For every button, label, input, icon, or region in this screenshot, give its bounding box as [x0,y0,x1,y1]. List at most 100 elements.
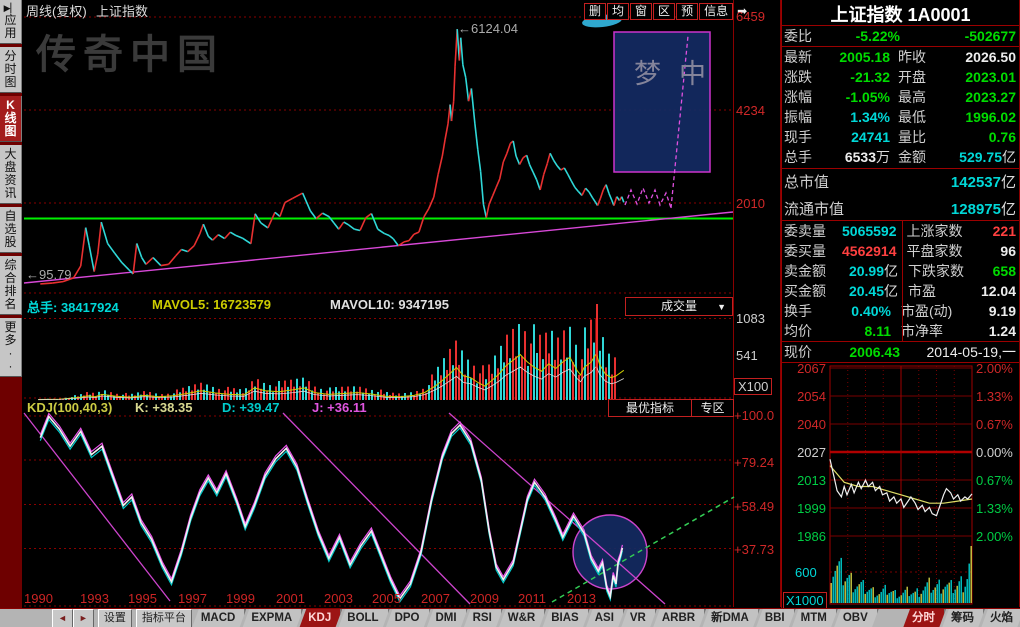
sidebar-item-char: 图 [4,125,16,138]
right-tab-火焰[interactable]: 火焰 [981,609,1020,627]
intraday-price-label: 2027 [784,445,826,460]
quote-value: -502677 [900,26,1016,46]
indicator-tab-expma[interactable]: EXPMA [242,609,303,627]
quote-value: 2026.50 [956,47,1016,67]
chart-toolbar-button-1[interactable]: 删 [584,3,606,20]
nav-prev-button[interactable]: ◄ [52,609,73,627]
quote-label: 买金额 [784,281,842,301]
chart-toolbar-button-2[interactable]: 均 [607,3,629,20]
quote-row-cap: 流通市值128975亿 [781,196,1019,223]
quote-value: -5.22% [830,26,900,46]
bottom-toolbar: ◄►设置指标平台MACDEXPMAKDJBOLLDPODMIRSIW&RBIAS… [0,608,1020,627]
intraday-pct-label: 0.67% [976,473,1013,488]
quote-label: 均价 [784,321,842,341]
quote-label: 最低 [898,107,956,127]
intraday-price-label: 2054 [784,389,826,404]
quote-value: 2005.18 [830,47,890,67]
nav-next-button[interactable]: ► [73,609,94,627]
kdj-panel-button-1[interactable]: 最优指标 [608,399,692,417]
quote-row: 总手6533万金额529.75亿 [781,147,1019,167]
chart-symbol-label[interactable]: 上证指数 [96,1,148,20]
x-axis-year-label: 2011 [518,591,546,606]
indicator-tab-macd[interactable]: MACD [192,609,247,627]
quote-label: 现价 [784,342,828,362]
quote-label: 市盈(动) [901,301,967,321]
quote-row: 委卖量5065592上涨家数221 [781,221,1019,241]
quote-value: 0.40% [842,301,891,321]
quote-value: 2023.27 [956,87,1016,107]
sidebar-item-5[interactable]: 自选股 [0,207,22,253]
quote-value: 529.75 [956,147,1002,167]
indicator-tab-kdj[interactable]: KDJ [299,609,342,627]
chart-toolbar-button-6[interactable]: 信息 [699,3,733,20]
quote-value: 9.19 [967,301,1016,321]
quote-label: 涨幅 [784,87,830,107]
kdj-axis-label: +100.0 [734,408,774,423]
volume-indicator-dropdown[interactable]: 成交量 ▼ [625,297,733,316]
kdj-k-value: K: +38.35 [135,400,192,415]
sidebar-item-1[interactable]: ▶▏应用 [0,0,22,44]
quote-value: 0.76 [956,127,1016,147]
indicator-tab-mtm[interactable]: MTM [792,609,838,627]
indicator-tab-boll[interactable]: BOLL [338,609,389,627]
chart-toolbar: 删均窗区预信息➡ [584,2,747,20]
sidebar-item-2[interactable]: 分时图 [0,47,22,93]
quote-label: 最高 [898,87,956,107]
sidebar-item-3[interactable]: K线图 [0,96,22,142]
quote-value: 5065592 [842,221,897,241]
chart-period-label[interactable]: 周线(复权) [26,1,87,20]
intraday-price-label: 1999 [784,501,826,516]
indicator-tab-bbi[interactable]: BBI [756,609,796,627]
chart-toolbar-button-5[interactable]: 预 [676,3,698,20]
intraday-pct-label: 0.67% [976,417,1013,432]
x-axis-year-label: 2003 [324,591,353,606]
kdj-panel-button-2[interactable]: 专区 [691,399,734,417]
quote-label: 量比 [898,127,956,147]
indicator-tab-arbr[interactable]: ARBR [653,609,706,627]
quote-row: 现手24741量比0.76 [781,127,1019,147]
quote-label: 卖金额 [784,261,842,281]
indicator-platform-button[interactable]: 指标平台 [136,609,192,627]
indicator-tab-dmi[interactable]: DMI [427,609,468,627]
kdj-axis-label: +37.73 [734,542,774,557]
chart-toolbar-button-4[interactable]: 区 [653,3,675,20]
sidebar-item-4[interactable]: 大盘资讯 [0,145,22,204]
sidebar-item-7[interactable]: 更多·· [0,318,22,377]
quote-label: 总市值 [784,173,829,193]
right-tab-group: 分时筹码火焰 [903,609,1020,627]
chart-toolbar-button-3[interactable]: 窗 [630,3,652,20]
quote-value: 1.34% [830,107,890,127]
indicator-tab-bias[interactable]: BIAS [542,609,589,627]
sidebar-item-6[interactable]: 综合排名 [0,256,22,315]
indicator-tab-rsi[interactable]: RSI [464,609,503,627]
quote-label: 开盘 [898,67,956,87]
quote-value: 4562914 [842,241,897,261]
indicator-tab-vr[interactable]: VR [621,609,657,627]
intraday-price-label: 1986 [784,529,826,544]
quote-row: 委买量4562914平盘家数96 [781,241,1019,261]
quote-section: 委卖量5065592上涨家数221委买量4562914平盘家数96卖金额20.9… [781,220,1019,342]
intraday-pct-label: 0.00% [976,445,1013,460]
quote-divider [902,221,903,341]
quote-row-current-price: 现价2006.432014-05-19,一 [781,342,1019,362]
indicator-tab-obv[interactable]: OBV [834,609,879,627]
quote-section: 委比-5.22%-502677 [781,25,1019,47]
dropdown-label: 成交量 [661,299,697,313]
indicator-tab-dpo[interactable]: DPO [386,609,431,627]
right-tab-分时[interactable]: 分时 [903,609,946,627]
indicator-tab-asi[interactable]: ASI [586,609,625,627]
indicator-tab-新dma[interactable]: 新DMA [702,609,760,627]
quote-section: 现价2006.432014-05-19,一 [781,341,1019,363]
quote-value: 1996.02 [956,107,1016,127]
sidebar-item-char: 股 [4,236,16,249]
date-label: 2014-05-19,一 [900,342,1016,362]
quote-value: 8.11 [842,321,891,341]
unit-suffix: 亿 [1001,173,1016,193]
intraday-pct-label: 2.00% [976,361,1013,376]
indicator-tab-w&r[interactable]: W&R [499,609,546,627]
mavol5-label: MAVOL5: 16723579 [152,297,271,312]
quote-value: 24741 [830,127,890,147]
right-tab-筹码[interactable]: 筹码 [942,609,985,627]
quote-row: 换手0.40%市盈(动)9.19 [781,301,1019,321]
settings-button[interactable]: 设置 [98,609,132,627]
